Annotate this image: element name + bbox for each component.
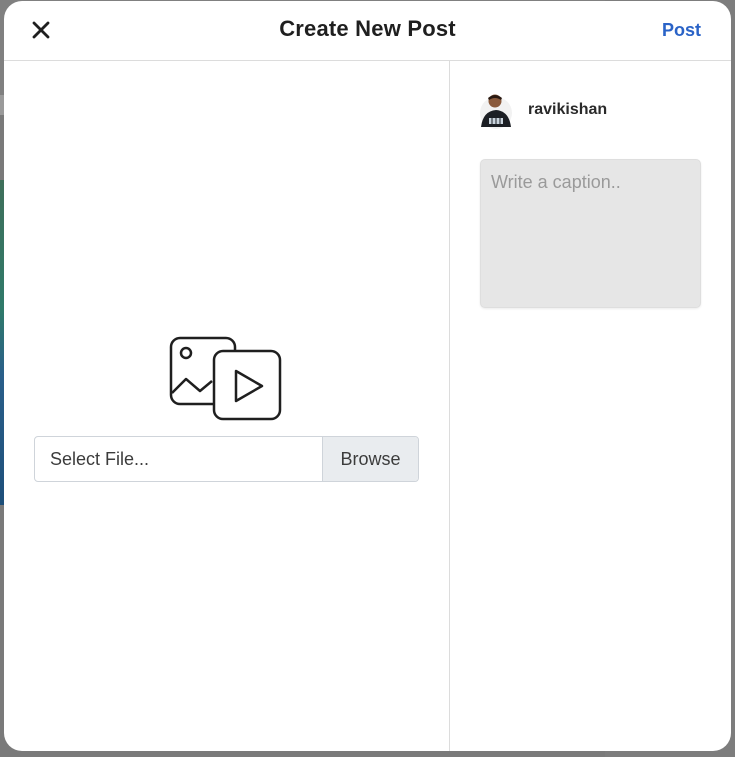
- browse-button[interactable]: Browse: [322, 437, 418, 481]
- create-post-modal: Create New Post Post Select File... Brow…: [4, 1, 731, 751]
- caption-input[interactable]: [480, 159, 701, 308]
- photo-video-icon: [169, 336, 282, 421]
- modal-title: Create New Post: [279, 16, 456, 41]
- username: ravikishan: [528, 101, 608, 118]
- details-pane: ravikishan: [450, 61, 731, 751]
- upload-pane: Select File... Browse: [4, 61, 450, 751]
- post-button[interactable]: Post: [662, 20, 701, 41]
- file-input[interactable]: Select File...: [35, 437, 322, 481]
- modal-header: Create New Post Post: [4, 1, 731, 61]
- file-picker[interactable]: Select File... Browse: [34, 436, 419, 482]
- avatar: [480, 94, 512, 129]
